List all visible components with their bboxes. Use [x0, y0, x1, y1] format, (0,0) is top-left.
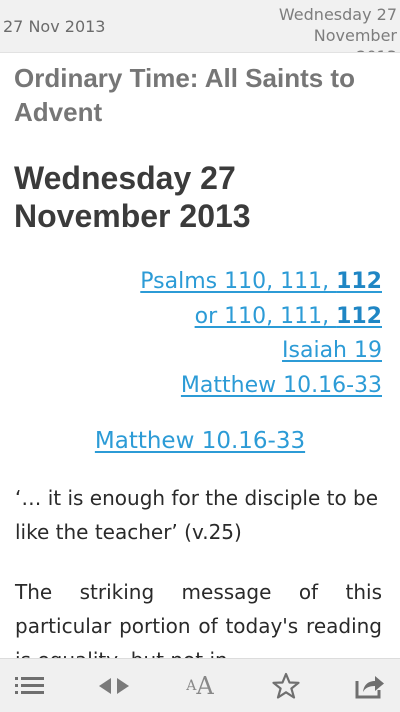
reading-link-isaiah[interactable]: Isaiah 19 — [282, 334, 382, 369]
reading-text: Psalms 110, 111, — [140, 269, 337, 294]
star-icon[interactable] — [256, 659, 316, 712]
commentary-paragraph: The striking message of this particular … — [15, 580, 382, 658]
day-title: Wednesday 27 November 2013 — [14, 159, 386, 235]
readings-list: Psalms 110, 111, 112 or 110, 111, 112 Is… — [140, 265, 382, 403]
bottom-toolbar: AA — [0, 658, 400, 712]
reading-text: or 110, 111, — [194, 303, 337, 329]
full-date-line: November — [313, 26, 397, 45]
passage-heading: Matthew 10.16-33 — [0, 428, 400, 454]
font-icon-large-a: A — [196, 671, 214, 700]
font-size-icon[interactable]: AA — [170, 659, 230, 712]
font-icon-small-a: A — [186, 677, 197, 694]
top-bar: 27 Nov 2013 Wednesday 27 November 2013 — [0, 0, 400, 53]
passage-link[interactable]: Matthew 10.16-33 — [95, 428, 305, 454]
season-title: Ordinary Time: All Saints to Advent — [14, 63, 355, 127]
full-date-line: Wednesday 27 — [278, 5, 397, 24]
reading-text: Matthew 10.16-33 — [180, 372, 382, 398]
reading-bold: 112 — [336, 269, 382, 294]
full-date-line: 2013 — [257, 46, 397, 52]
reading-link-psalms[interactable]: Psalms 110, 111, 112 — [140, 265, 382, 300]
reading-content[interactable]: Ordinary Time: All Saints to Advent Wedn… — [0, 53, 400, 658]
menu-icon[interactable] — [0, 659, 60, 712]
key-verse-quote: ‘… it is enough for the disciple to be l… — [15, 486, 379, 544]
full-date-tab[interactable]: Wednesday 27 November 2013 — [257, 4, 397, 52]
reading-text: Isaiah 19 — [282, 338, 382, 363]
reading-link-matthew[interactable]: Matthew 10.16-33 — [181, 369, 382, 404]
reading-link-psalms-alt[interactable]: or 110, 111, 112 — [195, 300, 382, 335]
day-title-line: November 2013 — [14, 198, 251, 234]
reading-bold: 112 — [336, 303, 382, 329]
short-date-tab[interactable]: 27 Nov 2013 — [3, 17, 105, 36]
prev-next-icon[interactable] — [84, 659, 144, 712]
share-icon[interactable] — [340, 659, 400, 712]
day-title-line: Wednesday 27 — [14, 160, 236, 196]
